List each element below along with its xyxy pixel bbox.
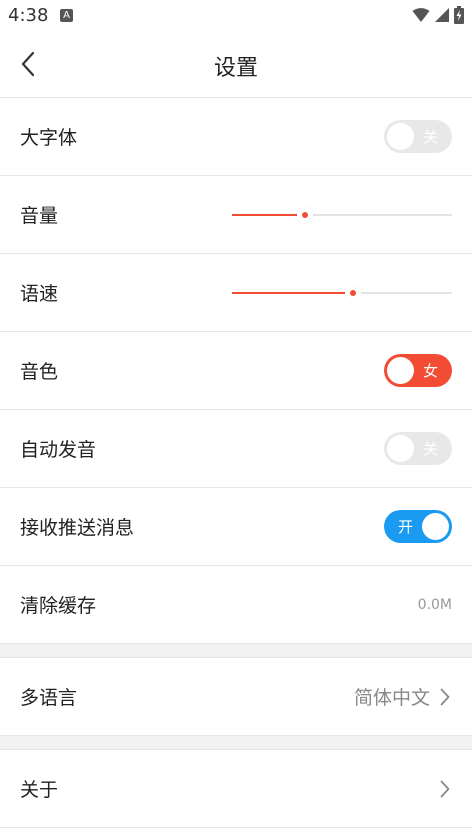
toggle-knob (387, 435, 414, 462)
volume-label: 音量 (20, 205, 59, 227)
setting-row-push: 接收推送消息 开 (0, 488, 472, 566)
slider-fill (232, 291, 345, 294)
clear-cache-label: 清除缓存 (20, 595, 97, 617)
volume-slider[interactable] (232, 205, 452, 225)
notification-a-icon: A (60, 9, 73, 22)
chevron-right-icon (438, 687, 452, 707)
push-toggle[interactable]: 开 (384, 510, 452, 543)
about-label: 关于 (20, 779, 59, 801)
wifi-icon (412, 8, 430, 22)
voice-label: 音色 (20, 361, 59, 383)
toggle-text: 开 (398, 518, 414, 536)
language-label: 多语言 (20, 687, 78, 709)
speech-rate-slider[interactable] (232, 283, 452, 303)
toggle-knob (387, 123, 414, 150)
setting-row-voice: 音色 女 (0, 332, 472, 410)
setting-row-language[interactable]: 多语言 简体中文 (0, 658, 472, 736)
status-icons (412, 6, 464, 24)
header: 设置 (0, 32, 472, 98)
battery-icon (454, 6, 464, 24)
status-time: 4:38 (8, 5, 49, 26)
page-title: 设置 (213, 56, 258, 81)
signal-icon (435, 8, 449, 22)
section-divider (0, 736, 472, 750)
setting-row-clear-cache[interactable]: 清除缓存 0.0M (0, 566, 472, 644)
auto-pronounce-toggle[interactable]: 关 (384, 432, 452, 465)
language-value: 简体中文 (353, 687, 430, 709)
cache-size-value: 0.0M (417, 596, 452, 613)
slider-fill (232, 213, 297, 216)
setting-row-auto-pronounce: 自动发音 关 (0, 410, 472, 488)
chevron-right-icon (438, 779, 452, 799)
status-bar: 4:38 A (0, 0, 472, 32)
voice-toggle[interactable]: 女 (384, 354, 452, 387)
large-font-toggle[interactable]: 关 (384, 120, 452, 153)
push-label: 接收推送消息 (20, 517, 135, 539)
setting-row-about[interactable]: 关于 (0, 750, 472, 828)
auto-pronounce-label: 自动发音 (20, 439, 97, 461)
large-font-label: 大字体 (20, 127, 78, 149)
setting-row-large-font: 大字体 关 (0, 98, 472, 176)
slider-thumb[interactable] (297, 206, 313, 223)
speech-rate-label: 语速 (20, 283, 59, 305)
toggle-knob (422, 513, 449, 540)
toggle-knob (387, 357, 414, 384)
toggle-text: 关 (422, 128, 438, 146)
setting-row-speech-rate: 语速 (0, 254, 472, 332)
setting-row-volume: 音量 (0, 176, 472, 254)
toggle-text: 关 (422, 440, 438, 458)
toggle-text: 女 (422, 362, 438, 380)
section-divider (0, 644, 472, 658)
slider-thumb[interactable] (345, 284, 361, 301)
